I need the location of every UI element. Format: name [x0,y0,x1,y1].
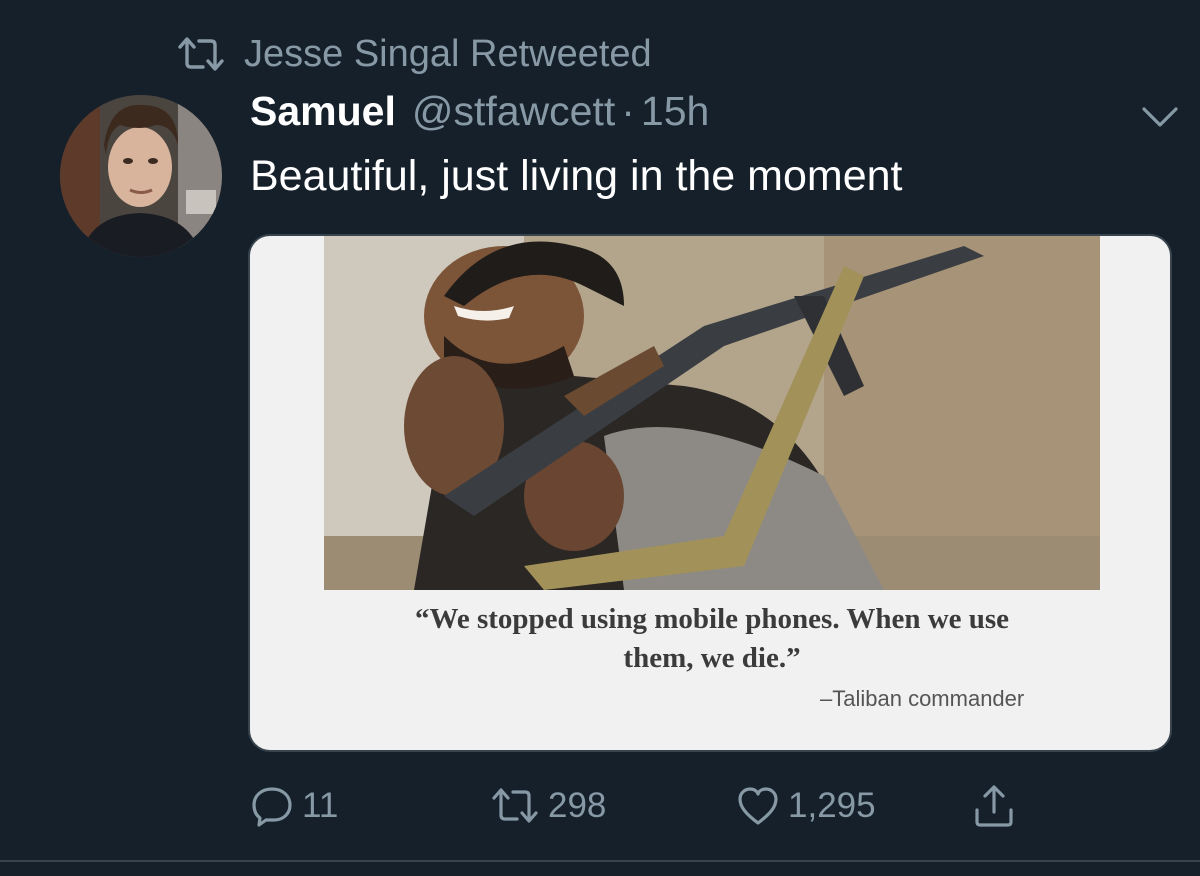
retweet-icon [492,788,538,823]
media-quote-line: “We stopped using mobile phones. When we… [414,603,1010,635]
media-attribution: –Taliban commander [820,686,1025,711]
tweet-menu-button[interactable] [1138,97,1182,137]
chevron-down-icon [1142,107,1178,127]
author-handle[interactable]: @stfawcett [412,88,615,135]
divider [0,860,1200,862]
reply-button[interactable]: 11 [250,780,338,832]
retweet-icon [178,37,224,71]
tweet-actions: 11 298 1,295 [250,780,1050,832]
retweet-button[interactable]: 298 [490,780,606,832]
avatar[interactable] [60,95,222,257]
retweet-context[interactable]: Jesse Singal Retweeted [176,30,652,78]
media-quote: “We stopped using mobile phones. When we… [250,600,1170,678]
media-image[interactable]: “We stopped using mobile phones. When we… [248,234,1172,752]
like-button[interactable]: 1,295 [736,780,876,832]
tweet-text: Beautiful, just living in the moment [250,152,903,200]
tweet-header: Samuel @stfawcett · 15h [250,88,709,144]
author-display-name[interactable]: Samuel [250,88,396,135]
time-separator: · [621,88,635,134]
heart-icon [738,787,778,825]
media-photo [324,236,1100,590]
share-button[interactable] [972,780,1016,832]
tweet-timestamp[interactable]: 15h [641,88,709,135]
reply-count: 11 [302,786,339,825]
media-quote-line: them, we die.” [623,642,801,674]
retweet-count: 298 [548,786,607,825]
retweet-context-text: Jesse Singal Retweeted [244,32,652,75]
like-count: 1,295 [788,786,876,825]
share-icon [975,785,1013,827]
reply-icon [252,787,292,827]
tweet[interactable]: Jesse Singal Retweeted Samuel @stfawcett… [0,0,1200,876]
